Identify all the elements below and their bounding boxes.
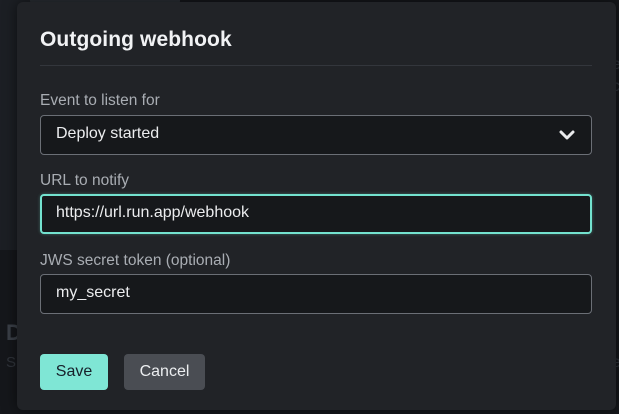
save-button[interactable]: Save [40, 354, 108, 390]
event-select[interactable]: Deploy started [40, 115, 592, 155]
secret-label: JWS secret token (optional) [40, 252, 231, 269]
event-select-value: Deploy started [56, 125, 160, 142]
secret-input[interactable]: my_secret [40, 274, 592, 314]
secret-input-value: my_secret [56, 284, 130, 301]
url-input-value: https://url.run.app/webhook [56, 204, 250, 221]
title-divider [40, 65, 592, 66]
chevron-down-icon [559, 130, 575, 140]
background-text-fragment: S [6, 354, 17, 371]
webhook-dialog: Outgoing webhook Event to listen for Dep… [17, 2, 616, 410]
url-input[interactable]: https://url.run.app/webhook [40, 194, 592, 234]
cancel-button[interactable]: Cancel [124, 354, 205, 390]
event-label: Event to listen for [40, 92, 160, 109]
url-label: URL to notify [40, 172, 130, 189]
dialog-title: Outgoing webhook [40, 28, 232, 51]
